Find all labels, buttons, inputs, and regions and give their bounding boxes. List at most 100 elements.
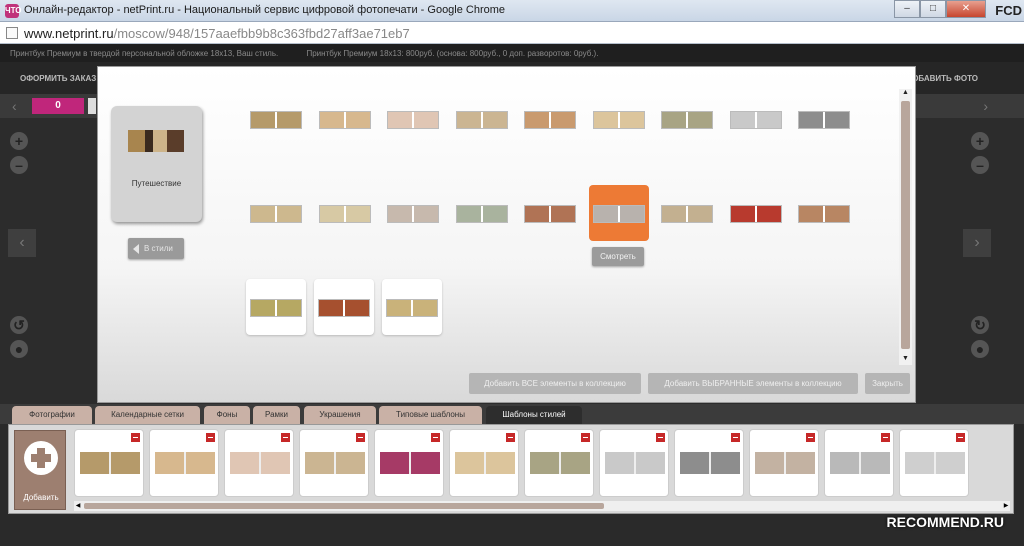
scroll-up-icon[interactable]: ▲ <box>899 89 912 99</box>
zoom-in-right-icon[interactable]: + <box>971 132 989 150</box>
collection-item[interactable] <box>224 429 294 497</box>
collection-item[interactable] <box>449 429 519 497</box>
plus-icon <box>24 441 58 475</box>
dialog-close-button[interactable]: Закрыть <box>865 373 910 394</box>
collection-item[interactable] <box>899 429 969 497</box>
dialog-scrollbar[interactable]: ▲ ▼ <box>899 89 912 365</box>
add-button[interactable]: Добавить <box>14 430 66 510</box>
collection-item[interactable] <box>599 429 669 497</box>
collection-item[interactable] <box>374 429 444 497</box>
url-text[interactable]: www.netprint.ru/moscow/948/157aaefbb9b8c… <box>24 26 410 41</box>
order-button[interactable]: ОФОРМИТЬ ЗАКАЗ <box>20 74 96 83</box>
add-all-button[interactable]: Добавить ВСЕ элементы в коллекцию <box>469 373 641 394</box>
close-window-button[interactable]: ✕ <box>946 0 986 18</box>
scroll-down-icon[interactable]: ▼ <box>899 355 912 365</box>
add-selected-button[interactable]: Добавить ВЫБРАННЫЕ элементы в коллекцию <box>648 373 858 394</box>
eye-icon-right[interactable]: ● <box>971 340 989 358</box>
template-item[interactable] <box>246 91 306 147</box>
remove-item-icon[interactable] <box>806 433 815 442</box>
scroll-left-icon[interactable]: ◀ <box>74 501 82 511</box>
remove-item-icon[interactable] <box>656 433 665 442</box>
template-item[interactable] <box>246 279 306 335</box>
template-preview <box>661 111 713 129</box>
rotate-right-icon[interactable]: ↻ <box>971 316 989 334</box>
template-item[interactable] <box>657 185 717 241</box>
template-item[interactable] <box>726 185 786 241</box>
remove-item-icon[interactable] <box>131 433 140 442</box>
template-item[interactable] <box>315 91 375 147</box>
tab-backgrounds[interactable]: Фоны <box>204 406 250 424</box>
template-item[interactable] <box>589 91 649 147</box>
template-item[interactable] <box>520 91 580 147</box>
template-item[interactable] <box>383 91 443 147</box>
template-item[interactable] <box>794 91 854 147</box>
remove-item-icon[interactable] <box>506 433 515 442</box>
maximize-button[interactable]: □ <box>920 0 946 18</box>
remove-item-icon[interactable] <box>881 433 890 442</box>
collection-item-preview <box>905 452 965 474</box>
zoom-out-right-icon[interactable]: – <box>971 156 989 174</box>
remove-item-icon[interactable] <box>956 433 965 442</box>
add-photo-button[interactable]: ДОБАВИТЬ ФОТО <box>907 74 979 83</box>
template-item[interactable] <box>726 91 786 147</box>
next-spread-icon[interactable]: › <box>963 229 991 257</box>
tab-decorations[interactable]: Украшения <box>304 406 376 424</box>
page-number[interactable]: 0 <box>32 98 84 114</box>
rotate-left-icon[interactable]: ↺ <box>10 316 28 334</box>
template-item[interactable] <box>246 185 306 241</box>
zoom-out-icon[interactable]: – <box>10 156 28 174</box>
scroll-right-icon[interactable]: ▶ <box>1002 501 1010 511</box>
page-number-next[interactable] <box>88 98 96 114</box>
template-item[interactable] <box>315 185 375 241</box>
tab-frames[interactable]: Рамки <box>253 406 300 424</box>
tab-standard-templates[interactable]: Типовые шаблоны <box>379 406 482 424</box>
tab-style-templates[interactable]: Шаблоны стилей <box>486 406 582 424</box>
product-info-right: Принтбук Премиум 18x13: 800руб. (основа:… <box>306 49 599 58</box>
template-preview <box>455 111 508 129</box>
template-item[interactable] <box>452 185 512 241</box>
collection-item[interactable] <box>824 429 894 497</box>
watermark: RECOMMEND.RU <box>886 514 1004 530</box>
window-titlebar: ЧТО Онлайн-редактор - netPrint.ru - Наци… <box>0 0 1024 22</box>
next-page-icon[interactable]: › <box>983 98 988 114</box>
template-item[interactable] <box>383 185 443 241</box>
style-templates-dialog: Путешествие В стили Смотреть ▲ ▼ Добавит… <box>97 66 916 403</box>
collection-item-preview <box>230 452 290 474</box>
remove-item-icon[interactable] <box>281 433 290 442</box>
zoom-in-icon[interactable]: + <box>10 132 28 150</box>
template-item[interactable] <box>314 279 374 335</box>
collection-item[interactable] <box>524 429 594 497</box>
scroll-thumb[interactable] <box>901 101 910 349</box>
remove-item-icon[interactable] <box>581 433 590 442</box>
template-item[interactable] <box>452 91 512 147</box>
collection-item[interactable] <box>74 429 144 497</box>
collection-item[interactable] <box>749 429 819 497</box>
template-item[interactable] <box>520 185 580 241</box>
address-bar[interactable]: www.netprint.ru/moscow/948/157aaefbb9b8c… <box>0 22 1024 44</box>
collection-item[interactable] <box>299 429 369 497</box>
remove-item-icon[interactable] <box>356 433 365 442</box>
template-item[interactable] <box>794 185 854 241</box>
template-item[interactable] <box>657 91 717 147</box>
remove-item-icon[interactable] <box>731 433 740 442</box>
prev-spread-icon[interactable]: ‹ <box>8 229 36 257</box>
page-icon <box>6 27 18 39</box>
view-template-button[interactable]: Смотреть <box>592 247 644 266</box>
template-item[interactable] <box>588 185 649 241</box>
collection-item[interactable] <box>149 429 219 497</box>
template-preview <box>729 205 782 223</box>
remove-item-icon[interactable] <box>206 433 215 442</box>
collection-item[interactable] <box>674 429 744 497</box>
prev-page-icon[interactable]: ‹ <box>12 98 17 114</box>
template-item[interactable] <box>382 279 442 335</box>
strip-scrollbar[interactable]: ◀ ▶ <box>74 501 1010 511</box>
style-card-travel[interactable]: Путешествие <box>111 106 202 222</box>
tab-calendar-grids[interactable]: Календарные сетки <box>95 406 200 424</box>
eye-icon-left[interactable]: ● <box>10 340 28 358</box>
tab-photos[interactable]: Фотографии <box>12 406 92 424</box>
remove-item-icon[interactable] <box>431 433 440 442</box>
strip-scroll-thumb[interactable] <box>84 503 604 509</box>
back-to-styles-button[interactable]: В стили <box>128 238 184 259</box>
template-preview <box>318 111 371 129</box>
minimize-button[interactable]: – <box>894 0 920 18</box>
